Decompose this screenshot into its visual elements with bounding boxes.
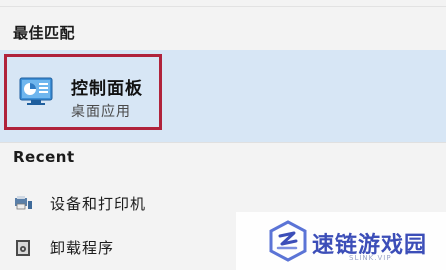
section-divider — [0, 142, 446, 143]
uninstall-program-icon — [16, 240, 30, 256]
best-match-title: 控制面板 — [71, 79, 143, 99]
best-match-subtitle: 桌面应用 — [71, 104, 131, 120]
best-match-heading: 最佳匹配 — [13, 24, 76, 42]
control-panel-icon — [19, 77, 53, 105]
uninstall-program-label: 卸载程序 — [50, 239, 115, 257]
devices-printers-icon — [15, 196, 32, 210]
recent-heading: Recent — [13, 148, 75, 166]
devices-printers-label: 设备和打印机 — [50, 195, 147, 213]
watermark-logo-icon — [269, 220, 307, 262]
top-divider — [0, 6, 446, 7]
watermark-subtitle: SLINK.VIP — [349, 254, 392, 262]
